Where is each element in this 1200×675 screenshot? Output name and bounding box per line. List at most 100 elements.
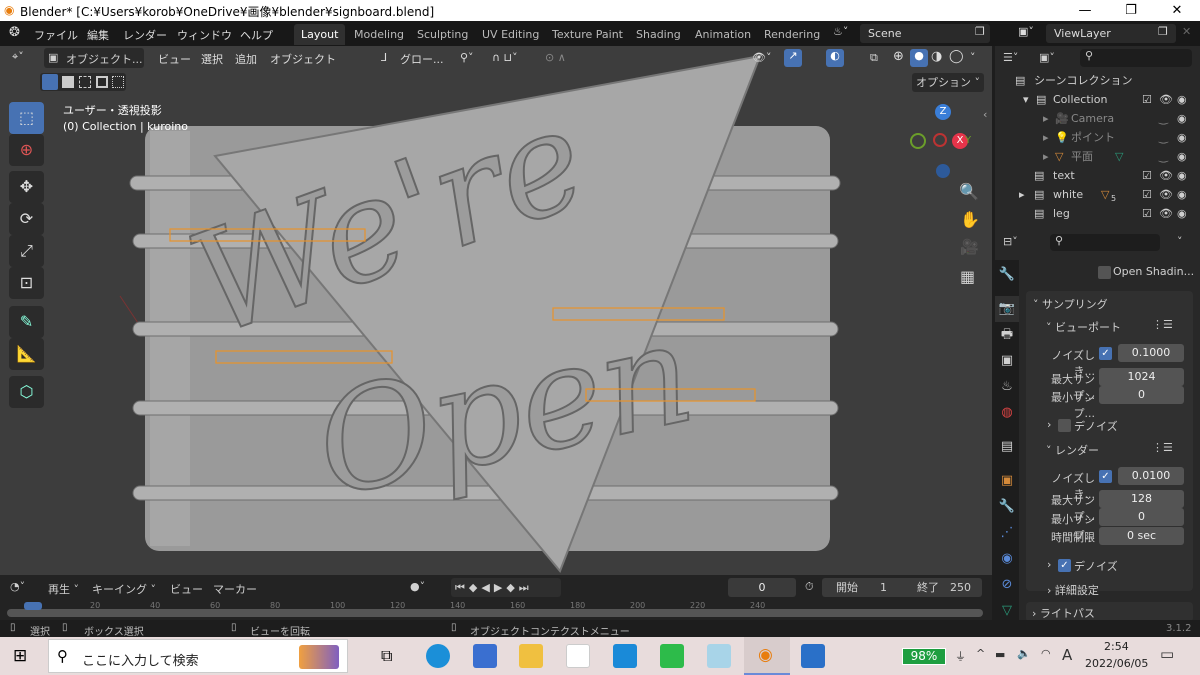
outliner-row-collection[interactable]: ▾ ▤ Collection ☑ 👁 ◉ — [995, 90, 1200, 109]
r-max-samples-field[interactable]: 128 — [1099, 490, 1184, 508]
remove-view-layer-icon[interactable]: ✕ — [1182, 25, 1191, 38]
view-layer-icon[interactable]: ▣˅ — [1018, 25, 1034, 38]
gizmo-neg-x-axis[interactable] — [933, 133, 947, 147]
select-new-icon[interactable] — [42, 74, 58, 90]
select-intersect-icon[interactable] — [112, 76, 124, 88]
playback-menu[interactable]: 再生 ˅ — [48, 581, 79, 597]
view-menu[interactable]: ビュー — [170, 581, 203, 597]
shading-wireframe-icon[interactable]: ⊕ — [893, 49, 904, 64]
scale-tool[interactable]: ⤢ — [9, 235, 44, 267]
properties-search-input[interactable]: ⚲ — [1050, 234, 1160, 251]
menu-view[interactable]: ビュー — [158, 51, 191, 67]
marker-menu[interactable]: マーカー — [213, 581, 257, 597]
close-button[interactable]: ✕ — [1154, 0, 1200, 21]
modifier-tab-icon[interactable]: 🔧 — [995, 494, 1019, 520]
jump-start-icon[interactable]: ⏮ — [455, 581, 469, 594]
end-frame-field[interactable]: 250 — [950, 578, 971, 597]
next-keyframe-icon[interactable]: ◆ — [506, 581, 518, 594]
menu-add[interactable]: 追加 — [235, 51, 257, 67]
display-mode-icon[interactable]: ☰˅ — [1003, 51, 1018, 64]
editor-type-icon[interactable]: ⌖˅ — [12, 50, 24, 64]
scene-selector-icon[interactable]: ♨˅ — [833, 25, 848, 38]
battery-icon[interactable]: ▬ — [995, 648, 1005, 661]
camera-view-icon[interactable]: 🎥 — [960, 238, 979, 256]
photos-icon[interactable] — [801, 644, 825, 668]
r-noise-field[interactable]: 0.0100 — [1118, 467, 1184, 485]
store-icon[interactable] — [473, 644, 497, 668]
light-paths-panel[interactable]: › ライトパス — [1026, 602, 1193, 622]
outliner-search-input[interactable]: ⚲ — [1080, 49, 1192, 67]
line-icon[interactable] — [660, 644, 684, 668]
scene-tab-icon[interactable]: ♨ — [995, 374, 1019, 400]
overlay-toggle-icon[interactable]: ◐ — [826, 49, 844, 67]
gizmo-toggle-icon[interactable]: ↗ — [784, 49, 802, 67]
menu-file[interactable]: ファイル — [34, 27, 78, 43]
outliner-row-plane[interactable]: ▸ ▽ 平面 ▽ ‿ ◉ — [995, 147, 1200, 166]
taskbar-search-box[interactable]: ⚲ ここに入力して検索 — [48, 639, 348, 673]
vp-denoise-expand-icon[interactable]: › — [1047, 418, 1051, 431]
minimize-button[interactable]: — — [1062, 0, 1108, 21]
tab-uv-editing[interactable]: UV Editing — [475, 24, 546, 45]
proportional-edit-icon[interactable]: ⊙ ∧ — [545, 51, 566, 64]
outliner-row-text[interactable]: ▤ text ☑ 👁 ◉ — [995, 166, 1200, 185]
new-view-layer-icon[interactable]: ❐ — [1158, 25, 1168, 38]
cursor-tool[interactable]: ⊕ — [9, 134, 44, 166]
visibility-icon[interactable]: 👁˅ — [752, 51, 771, 64]
zoom-icon[interactable]: 🔍 — [959, 182, 979, 201]
menu-select[interactable]: 選択 — [201, 51, 223, 67]
wifi-icon[interactable]: ◠ — [1041, 647, 1051, 660]
gizmo-neg-z-axis[interactable] — [936, 164, 950, 178]
tab-modeling[interactable]: Modeling — [347, 24, 411, 45]
render-tab-icon[interactable]: 📷 — [995, 296, 1019, 322]
timeline-scrollbar[interactable] — [7, 609, 983, 617]
object-tab-icon[interactable]: ▣ — [995, 468, 1019, 494]
options-chevron-icon[interactable]: ˅ — [1177, 235, 1183, 248]
ime-indicator[interactable]: A — [1062, 646, 1072, 664]
auto-keying-icon[interactable]: ●˅ — [410, 580, 425, 593]
outliner-row-camera[interactable]: ▸ 🎥 Camera ‿ ◉ — [995, 109, 1200, 128]
shading-rendered-icon[interactable]: ◯ — [949, 49, 964, 64]
vp-max-samples-field[interactable]: 1024 — [1099, 368, 1184, 386]
battery-indicator[interactable]: 98% — [902, 648, 946, 665]
presets-list-icon[interactable]: ⋮☰ — [1152, 318, 1173, 331]
clock-time[interactable]: 2:54 — [1104, 640, 1129, 653]
shading-material-icon[interactable]: ◑ — [931, 49, 942, 64]
power-plug-icon[interactable]: ⏚ — [955, 648, 966, 664]
options-dropdown[interactable]: オプション ˅ — [912, 73, 984, 92]
output-tab-icon[interactable]: 🖶 — [995, 322, 1019, 348]
particles-tab-icon[interactable]: ⋰ — [995, 520, 1019, 546]
r-denoise-expand-icon[interactable]: › — [1047, 558, 1051, 571]
notifications-icon[interactable]: ▭ — [1160, 645, 1174, 663]
outliner-row-point[interactable]: ▸ 💡 ポイント ‿ ◉ — [995, 128, 1200, 147]
l-app-icon[interactable] — [613, 644, 637, 668]
menu-object[interactable]: オブジェクト — [270, 51, 336, 67]
vp-noise-field[interactable]: 0.1000 — [1118, 344, 1184, 362]
rotate-tool[interactable]: ⟳ — [9, 203, 44, 235]
advanced-subpanel-header[interactable]: › 詳細設定 — [1047, 582, 1099, 598]
transform-orientation-dropdown[interactable]: グロー... — [400, 51, 444, 67]
clock-date[interactable]: 2022/06/05 — [1085, 657, 1148, 670]
outliner-row-leg[interactable]: ▤ leg ☑ 👁 ◉ — [995, 204, 1200, 223]
jump-end-icon[interactable]: ⏭ — [519, 581, 533, 594]
outliner-row-scene-collection[interactable]: ▤ シーンコレクション — [995, 71, 1200, 90]
world-tab-icon[interactable]: ◍ — [995, 400, 1019, 426]
edge-icon[interactable] — [426, 644, 450, 668]
open-shading-checkbox[interactable] — [1098, 266, 1111, 279]
pivot-point-icon[interactable]: ⚲˅ — [460, 51, 474, 64]
constraints-tab-icon[interactable]: ⊘ — [995, 572, 1019, 598]
shading-options-icon[interactable]: ˅ — [970, 51, 976, 64]
eraser-app-icon[interactable] — [707, 644, 731, 668]
keying-menu[interactable]: キーイング ˅ — [92, 581, 156, 597]
3d-viewport[interactable]: We're Open ユーザー・透視投影 (0) Collection | ku… — [0, 46, 992, 575]
annotate-tool[interactable]: ✎ — [9, 306, 44, 338]
tab-texture-paint[interactable]: Texture Paint — [545, 24, 630, 45]
r-noise-checkbox[interactable]: ✓ — [1099, 470, 1112, 483]
volume-icon[interactable]: 🔈 — [1017, 647, 1031, 660]
playhead[interactable] — [24, 602, 42, 610]
tool-tab-icon[interactable]: 🔧 — [995, 262, 1019, 288]
prev-keyframe-icon[interactable]: ◆ — [469, 581, 481, 594]
sidebar-toggle-icon[interactable]: ‹ — [983, 108, 987, 121]
shading-solid-icon[interactable]: ● — [910, 49, 928, 67]
view-layer-tab-icon[interactable]: ▣ — [995, 348, 1019, 374]
maximize-button[interactable]: ❐ — [1108, 0, 1154, 21]
